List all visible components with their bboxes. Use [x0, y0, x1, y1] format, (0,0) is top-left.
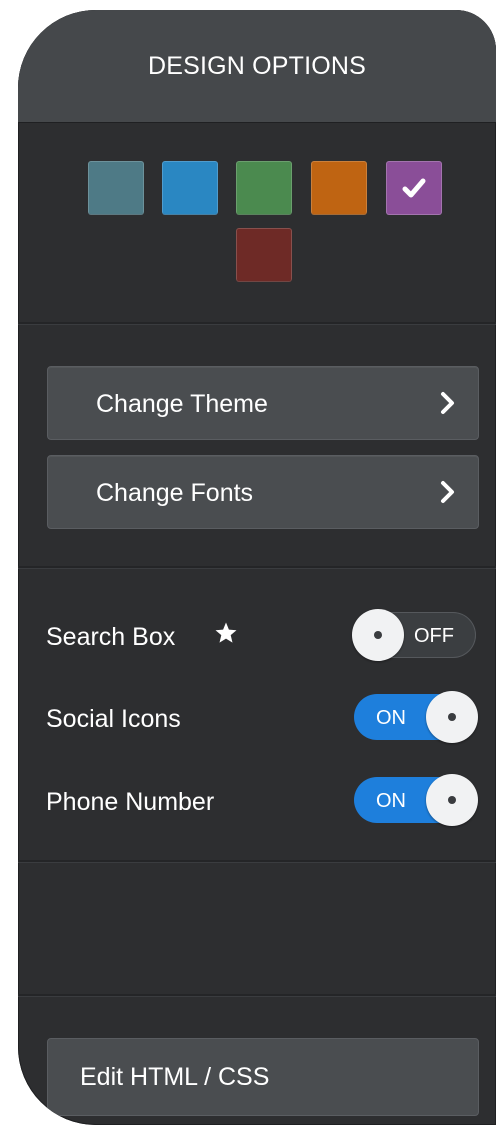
chevron-right-icon — [441, 392, 454, 414]
toggle-knob — [352, 609, 404, 661]
color-swatch-blue[interactable] — [162, 161, 218, 215]
search-box-toggle[interactable]: OFF — [352, 609, 476, 661]
toggle-knob — [426, 774, 478, 826]
change-fonts-label: Change Fonts — [96, 479, 254, 507]
edit-html-css-label: Edit HTML / CSS — [80, 1063, 270, 1091]
color-swatch-dark-red[interactable] — [236, 228, 292, 282]
toggle-label-phone-number: Phone Number — [46, 788, 215, 816]
change-theme-label: Change Theme — [96, 390, 268, 418]
check-icon — [402, 178, 426, 198]
toggle-label-search-box: Search Box — [46, 623, 176, 651]
change-theme-button[interactable]: Change Theme — [47, 366, 479, 440]
toggle-label-social-icons: Social Icons — [46, 705, 181, 733]
divider — [18, 994, 496, 997]
toggle-state-label: ON — [376, 707, 406, 729]
color-swatch-slate-teal[interactable] — [88, 161, 144, 215]
design-options-panel: DESIGN OPTIONS Change Theme Change Fonts… — [18, 10, 496, 1125]
divider — [18, 322, 496, 325]
panel-title: DESIGN OPTIONS — [147, 52, 367, 80]
edit-html-css-button[interactable]: Edit HTML / CSS — [47, 1038, 479, 1116]
panel-header: DESIGN OPTIONS — [18, 10, 496, 123]
change-fonts-button[interactable]: Change Fonts — [47, 455, 479, 529]
color-swatch-orange[interactable] — [311, 161, 367, 215]
chevron-right-icon — [441, 481, 454, 503]
divider — [18, 860, 496, 863]
phone-number-toggle[interactable]: ON — [354, 774, 478, 826]
color-swatch-purple[interactable] — [386, 161, 442, 215]
color-swatch-green[interactable] — [236, 161, 292, 215]
toggle-state-label: ON — [376, 790, 406, 812]
social-icons-toggle[interactable]: ON — [354, 691, 478, 743]
star-icon — [215, 622, 237, 643]
divider — [18, 566, 496, 569]
toggle-state-label: OFF — [414, 625, 454, 647]
toggle-knob — [426, 691, 478, 743]
